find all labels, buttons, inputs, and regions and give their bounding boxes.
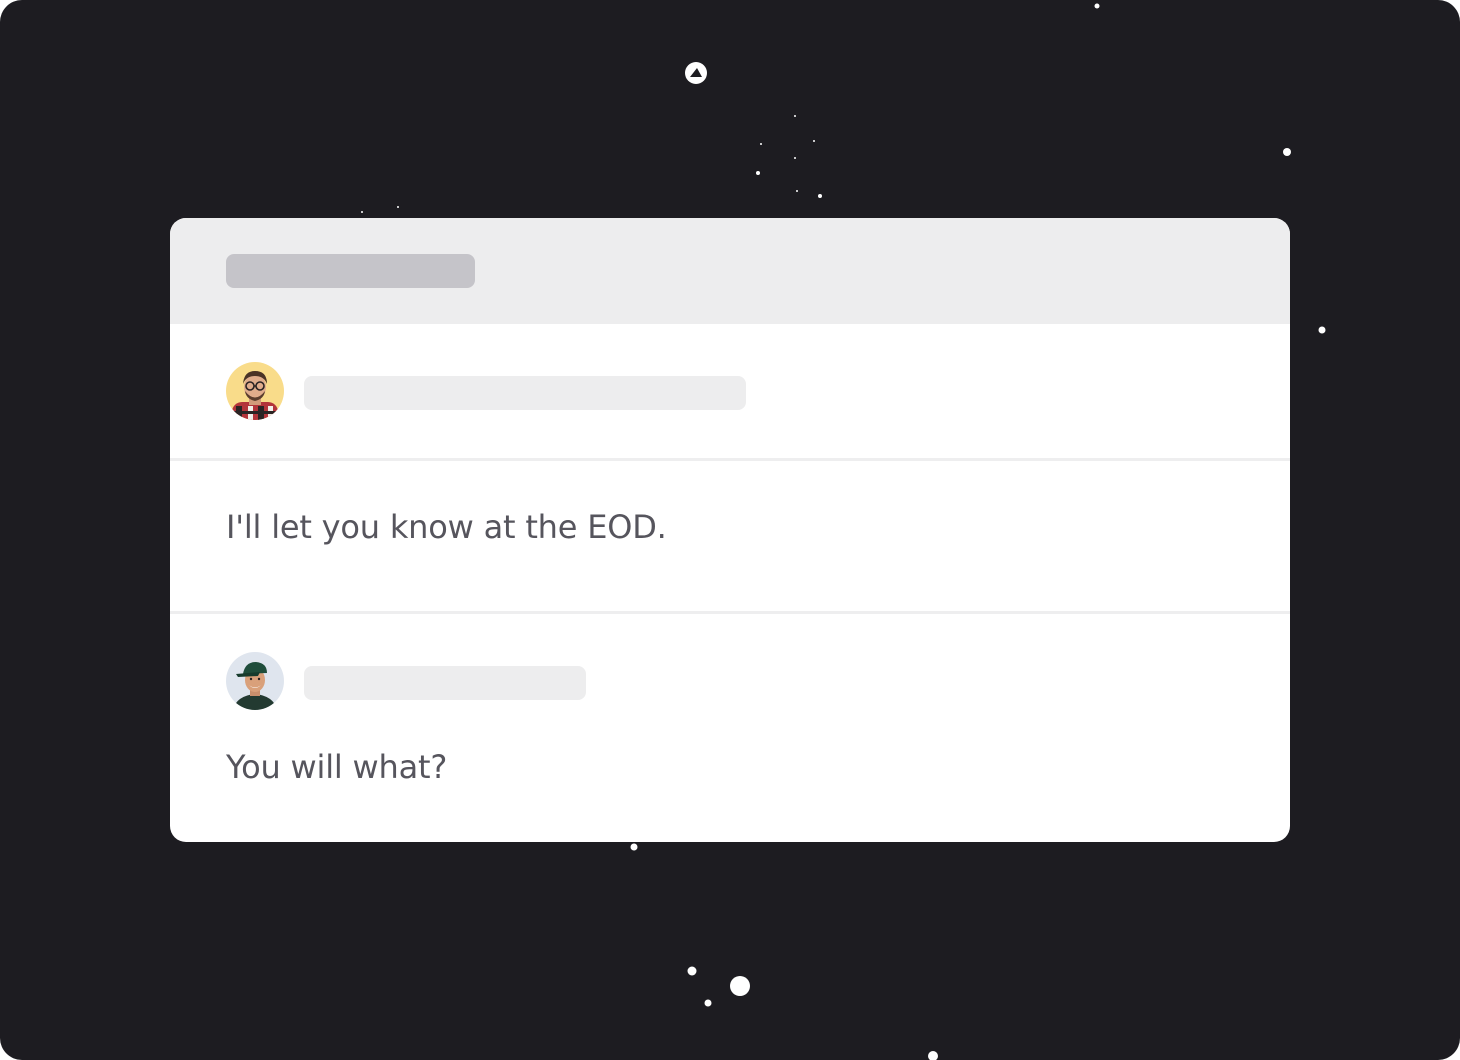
dot: [928, 1051, 938, 1060]
app-frame: I'll let you know at the EOD. You will w…: [0, 0, 1460, 1060]
message-text: You will what?: [226, 748, 448, 786]
avatar[interactable]: [226, 652, 284, 710]
cursor-blob-icon: [685, 62, 707, 84]
dot: [361, 211, 363, 213]
dot: [687, 966, 697, 976]
message-author-row: [170, 324, 1290, 458]
message-thread-card: I'll let you know at the EOD. You will w…: [170, 218, 1290, 842]
avatar[interactable]: [226, 362, 284, 420]
message-text: I'll let you know at the EOD.: [226, 508, 667, 546]
dot: [813, 140, 815, 142]
dot: [760, 143, 762, 145]
divider: [170, 458, 1290, 461]
dot: [397, 206, 399, 208]
dot: [730, 976, 750, 996]
dot: [1318, 326, 1326, 334]
thread-title-placeholder: [226, 254, 475, 288]
divider: [170, 611, 1290, 614]
dot: [704, 999, 712, 1007]
dot: [794, 115, 796, 117]
person-green-cap-avatar-icon: [226, 652, 284, 710]
dot: [818, 194, 822, 198]
dot: [1094, 3, 1100, 9]
thread-header: [170, 218, 1290, 324]
dot: [794, 157, 796, 159]
dot: [796, 190, 798, 192]
author-name-placeholder: [304, 666, 586, 700]
person-glasses-plaid-shirt-avatar-icon: [226, 362, 284, 420]
author-name-placeholder: [304, 376, 746, 410]
dot: [756, 171, 760, 175]
dot: [630, 843, 638, 851]
dot: [1283, 148, 1291, 156]
